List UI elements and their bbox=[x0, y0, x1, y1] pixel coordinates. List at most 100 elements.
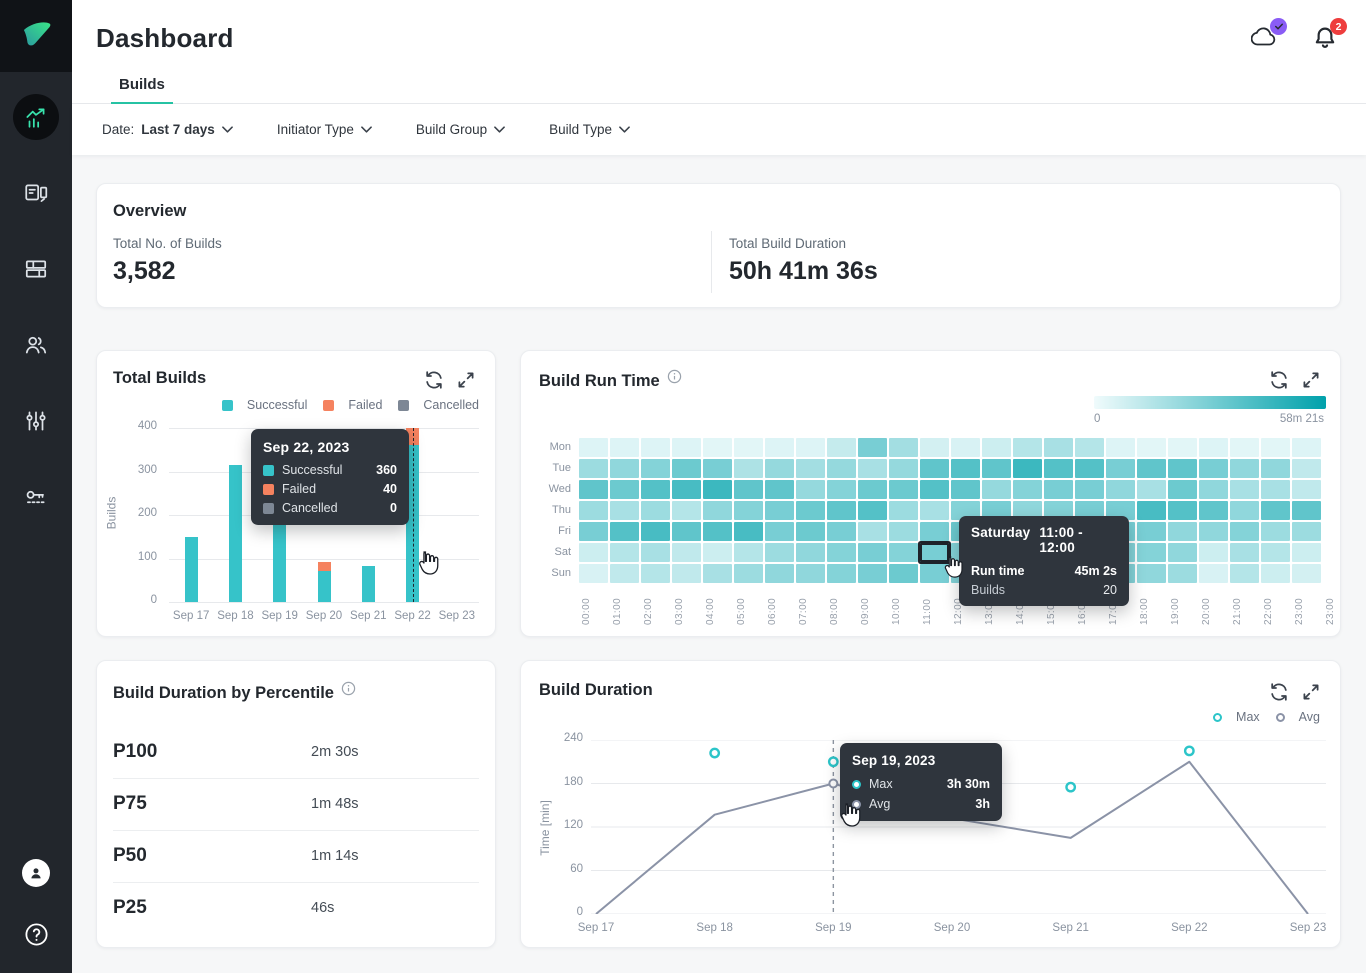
heatmap-cell[interactable] bbox=[858, 564, 887, 583]
heatmap-cell[interactable] bbox=[1137, 480, 1166, 499]
heatmap-cell[interactable] bbox=[765, 459, 794, 478]
heatmap-cell[interactable] bbox=[982, 459, 1011, 478]
build-group-filter[interactable]: Build Group bbox=[416, 122, 505, 137]
heatmap-cell[interactable] bbox=[796, 543, 825, 562]
profile-avatar[interactable] bbox=[22, 859, 50, 887]
heatmap-cell[interactable] bbox=[1230, 543, 1259, 562]
heatmap-cell[interactable] bbox=[982, 480, 1011, 499]
heatmap-cell[interactable] bbox=[827, 522, 856, 541]
heatmap-cell[interactable] bbox=[610, 438, 639, 457]
heatmap-cell[interactable] bbox=[1199, 522, 1228, 541]
heatmap-cell[interactable] bbox=[1075, 459, 1104, 478]
heatmap-cell[interactable] bbox=[1199, 480, 1228, 499]
heatmap-cell[interactable] bbox=[672, 459, 701, 478]
heatmap-cell[interactable] bbox=[579, 438, 608, 457]
heatmap-cell[interactable] bbox=[1230, 564, 1259, 583]
heatmap-cell[interactable] bbox=[765, 501, 794, 520]
heatmap-cell[interactable] bbox=[641, 564, 670, 583]
heatmap-cell[interactable] bbox=[1199, 543, 1228, 562]
tab-builds[interactable]: Builds bbox=[111, 76, 173, 105]
heatmap-cell[interactable] bbox=[579, 522, 608, 541]
heatmap-cell[interactable] bbox=[1013, 459, 1042, 478]
sidebar-item-users[interactable] bbox=[13, 322, 59, 368]
heatmap-cell[interactable] bbox=[641, 501, 670, 520]
max-point[interactable] bbox=[829, 758, 837, 766]
heatmap-cell[interactable] bbox=[1137, 543, 1166, 562]
sidebar-item-boards[interactable] bbox=[13, 246, 59, 292]
heatmap-cell[interactable] bbox=[579, 501, 608, 520]
date-filter[interactable]: Date: Last 7 days bbox=[102, 122, 233, 137]
heatmap-cell[interactable] bbox=[858, 543, 887, 562]
heatmap-cell[interactable] bbox=[672, 438, 701, 457]
bar-segment-successful[interactable] bbox=[318, 571, 331, 602]
heatmap-cell[interactable] bbox=[703, 543, 732, 562]
app-logo[interactable] bbox=[0, 0, 72, 72]
heatmap-cell[interactable] bbox=[1230, 480, 1259, 499]
heatmap-cell[interactable] bbox=[889, 459, 918, 478]
heatmap-cell[interactable] bbox=[734, 438, 763, 457]
heatmap-cell[interactable] bbox=[1013, 438, 1042, 457]
heatmap-cell[interactable] bbox=[1261, 522, 1290, 541]
heatmap-cell[interactable] bbox=[827, 543, 856, 562]
heatmap-cell[interactable] bbox=[672, 501, 701, 520]
heatmap-cell[interactable] bbox=[858, 438, 887, 457]
heatmap-cell[interactable] bbox=[734, 543, 763, 562]
heatmap-cell[interactable] bbox=[579, 543, 608, 562]
heatmap-cell[interactable] bbox=[1013, 480, 1042, 499]
heatmap-cell[interactable] bbox=[641, 438, 670, 457]
heatmap-cell[interactable] bbox=[1044, 459, 1073, 478]
heatmap-cell[interactable] bbox=[734, 480, 763, 499]
legend-item-successful[interactable]: Successful bbox=[222, 398, 307, 412]
heatmap-cell[interactable] bbox=[1199, 438, 1228, 457]
heatmap-cell[interactable] bbox=[703, 459, 732, 478]
heatmap-cell[interactable] bbox=[1292, 438, 1321, 457]
refresh-button[interactable] bbox=[1268, 369, 1290, 391]
heatmap-cell[interactable] bbox=[579, 564, 608, 583]
heatmap-cell[interactable] bbox=[703, 564, 732, 583]
expand-button[interactable] bbox=[455, 369, 477, 391]
heatmap-cell[interactable] bbox=[1230, 501, 1259, 520]
heatmap-cell[interactable] bbox=[1292, 564, 1321, 583]
heatmap-cell[interactable] bbox=[1230, 438, 1259, 457]
sidebar-item-devices[interactable] bbox=[13, 170, 59, 216]
heatmap-cell[interactable] bbox=[610, 480, 639, 499]
heatmap-cell[interactable] bbox=[703, 438, 732, 457]
heatmap-cell[interactable] bbox=[672, 480, 701, 499]
heatmap-cell[interactable] bbox=[1230, 522, 1259, 541]
heatmap-cell[interactable] bbox=[734, 459, 763, 478]
heatmap-cell[interactable] bbox=[1168, 522, 1197, 541]
heatmap-cell[interactable] bbox=[579, 459, 608, 478]
heatmap-cell[interactable] bbox=[889, 480, 918, 499]
bar-segment-successful[interactable] bbox=[362, 566, 375, 602]
heatmap-cell[interactable] bbox=[796, 564, 825, 583]
heatmap-cell[interactable] bbox=[1261, 564, 1290, 583]
legend-item-avg[interactable]: Avg bbox=[1276, 710, 1320, 724]
legend-item-failed[interactable]: Failed bbox=[323, 398, 382, 412]
build-type-filter[interactable]: Build Type bbox=[549, 122, 630, 137]
heatmap-cell[interactable] bbox=[1168, 480, 1197, 499]
bar-segment-failed[interactable] bbox=[318, 562, 331, 571]
heatmap-cell[interactable] bbox=[1168, 564, 1197, 583]
heatmap-cell[interactable] bbox=[1261, 480, 1290, 499]
heatmap-cell[interactable] bbox=[920, 438, 949, 457]
heatmap-cell[interactable] bbox=[920, 480, 949, 499]
heatmap-cell[interactable] bbox=[610, 543, 639, 562]
info-icon[interactable] bbox=[341, 681, 356, 701]
heatmap-cell[interactable] bbox=[1137, 459, 1166, 478]
heatmap-cell[interactable] bbox=[1199, 459, 1228, 478]
legend-item-max[interactable]: Max bbox=[1213, 710, 1260, 724]
notifications-button[interactable]: 2 bbox=[1310, 25, 1340, 51]
sidebar-item-analytics[interactable] bbox=[13, 94, 59, 140]
heatmap-cell[interactable] bbox=[1168, 459, 1197, 478]
heatmap-cell[interactable] bbox=[1292, 480, 1321, 499]
heatmap-cell[interactable] bbox=[889, 522, 918, 541]
legend-item-cancelled[interactable]: Cancelled bbox=[398, 398, 479, 412]
heatmap-cell[interactable] bbox=[703, 501, 732, 520]
heatmap-cell[interactable] bbox=[672, 543, 701, 562]
max-point[interactable] bbox=[1066, 783, 1074, 791]
heatmap-cell[interactable] bbox=[889, 438, 918, 457]
heatmap-cell[interactable] bbox=[610, 564, 639, 583]
heatmap-cell[interactable] bbox=[1137, 522, 1166, 541]
heatmap-cell[interactable] bbox=[982, 438, 1011, 457]
heatmap-cell[interactable] bbox=[1292, 543, 1321, 562]
